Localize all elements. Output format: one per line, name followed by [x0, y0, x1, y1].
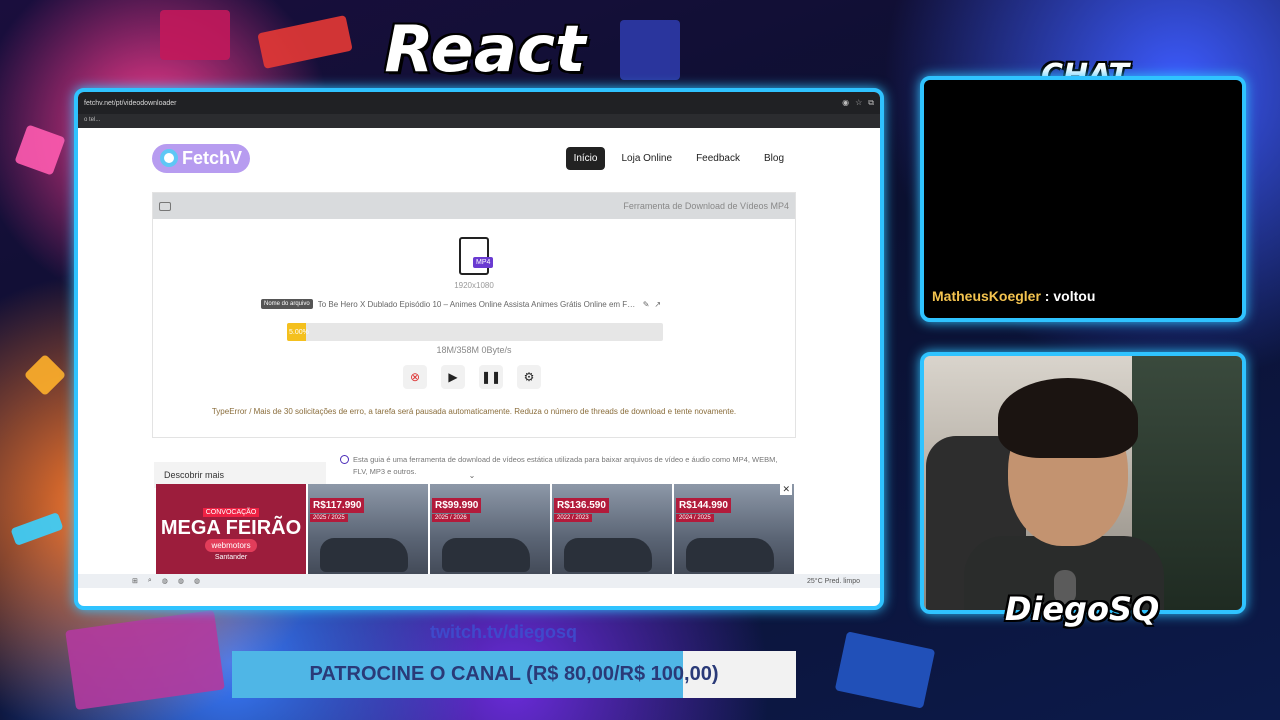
play-button[interactable]: ▶: [441, 365, 465, 389]
download-tool-card: Ferramenta de Download de Vídeos MP4 MP4…: [152, 192, 796, 438]
download-size-speed: 18M/358M 0Byte/s: [436, 345, 512, 355]
external-link-icon[interactable]: ↗: [654, 300, 661, 309]
chat-message: MatheusKoegler : voltou: [932, 288, 1095, 304]
sponsor-goal-label: PATROCINE O CANAL (R$ 80,00/R$ 100,00): [309, 663, 719, 685]
chat-separator: :: [1040, 288, 1054, 304]
cam-person-hair: [998, 378, 1138, 458]
close-icon[interactable]: ✕: [780, 484, 792, 495]
chevron-down-icon[interactable]: ⌄: [460, 471, 484, 483]
weather-status: 25°C Pred. limpo: [807, 577, 860, 585]
app-icon[interactable]: ◍: [162, 577, 168, 585]
app-icon[interactable]: ◍: [178, 577, 184, 585]
cancel-icon: ⊗: [409, 370, 421, 384]
car-price: R$144.990: [676, 498, 731, 513]
ad-promo-brand: webmotors: [205, 538, 257, 552]
start-icon[interactable]: ⊞: [132, 577, 138, 585]
background-decoration: [257, 15, 353, 69]
ad-promo[interactable]: CONVOCAÇÃO MEGA FEIRÃO webmotors Santand…: [156, 484, 306, 584]
chat-username: MatheusKoegler: [932, 288, 1041, 304]
background-decoration: [834, 631, 936, 709]
filename-label: Nome do arquivo: [261, 299, 313, 309]
car-year: 2022 / 2023: [554, 514, 592, 522]
car-image: [442, 538, 530, 572]
video-resolution: 1920x1080: [454, 281, 494, 290]
filename-row: Nome do arquivo To Be Hero X Dublado Epi…: [261, 299, 661, 309]
search-icon[interactable]: ⌕: [148, 577, 152, 585]
chat-text: voltou: [1053, 288, 1096, 304]
tool-title: Ferramenta de Download de Vídeos MP4: [623, 201, 789, 211]
pause-icon: ❚❚: [480, 370, 502, 384]
ad-car-item[interactable]: R$99.990 2025 / 2026: [428, 484, 550, 584]
advertisement-banner[interactable]: CONVOCAÇÃO MEGA FEIRÃO webmotors Santand…: [156, 484, 794, 584]
file-type-badge: MP4: [473, 257, 494, 268]
background-decoration: [620, 20, 680, 80]
edit-icon[interactable]: ✎: [643, 300, 650, 309]
car-year: 2024 / 2025: [676, 514, 714, 522]
background-decoration: [14, 124, 66, 176]
car-price: R$136.590: [554, 498, 609, 513]
cancel-button[interactable]: ⊗: [403, 365, 427, 389]
windows-taskbar: ⊞ ⌕ ◍ ◍ ◍ 25°C Pred. limpo: [78, 574, 880, 588]
ad-promo-small: CONVOCAÇÃO: [202, 507, 260, 517]
car-image: [564, 538, 652, 572]
logo-text: FetchV: [182, 147, 243, 168]
download-controls: ⊗ ▶ ❚❚ ⚙: [403, 365, 541, 389]
pause-button[interactable]: ❚❚: [479, 365, 503, 389]
app-icon[interactable]: ◍: [194, 577, 200, 585]
site-header: FetchV Início Loja Online Feedback Blog: [152, 140, 792, 176]
car-price: R$99.990: [432, 498, 482, 513]
sponsor-goal-bar: PATROCINE O CANAL (R$ 80,00/R$ 100,00): [232, 651, 796, 698]
background-decoration: [10, 511, 64, 547]
browser-window: fetchv.net/pt/videodownloader ◉ ☆ ⧉ o te…: [74, 88, 884, 610]
page-content: FetchV Início Loja Online Feedback Blog …: [78, 128, 880, 588]
fetchv-logo[interactable]: FetchV: [152, 143, 251, 173]
download-progress-bar: 5.00%: [287, 323, 663, 341]
logo-icon: [160, 149, 178, 167]
address-bar[interactable]: fetchv.net/pt/videodownloader: [84, 100, 842, 107]
filename-text: To Be Hero X Dublado Episódio 10 – Anime…: [317, 299, 638, 309]
mp4-file-icon: MP4: [459, 237, 494, 275]
nav-loja-online[interactable]: Loja Online: [613, 147, 680, 170]
webcam-feed: [920, 352, 1246, 614]
ad-car-item[interactable]: R$136.590 2022 / 2023: [550, 484, 672, 584]
car-image: [320, 538, 408, 572]
car-price: R$117.990: [310, 498, 365, 513]
play-icon: ▶: [448, 370, 458, 384]
bookmark-item[interactable]: o tel...: [84, 117, 100, 123]
progress-fill: 5.00%: [287, 323, 309, 341]
ad-car-item[interactable]: R$144.990 2024 / 2025 ✕: [672, 484, 794, 584]
social-link: twitch.tv/diegosq: [430, 622, 578, 642]
nav-inicio[interactable]: Início: [565, 146, 606, 170]
car-year: 2025 / 2026: [432, 514, 470, 522]
radio-icon: [340, 455, 349, 464]
car-image: [686, 538, 774, 572]
overlay-title: React: [384, 13, 586, 87]
guide-text: Esta guia é uma ferramenta de download d…: [340, 454, 794, 478]
ad-car-item[interactable]: R$117.990 2025 / 2025: [306, 484, 428, 584]
chat-panel: MatheusKoegler : voltou: [920, 76, 1246, 322]
ad-promo-headline: MEGA FEIRÃO: [160, 516, 302, 539]
guide-description: Esta guia é uma ferramenta de download d…: [353, 455, 778, 476]
error-message: TypeError / Mais de 30 solicitações de e…: [211, 407, 737, 416]
background-decoration: [65, 609, 225, 711]
gear-icon: ⚙: [523, 370, 535, 384]
settings-button[interactable]: ⚙: [517, 365, 541, 389]
eye-icon[interactable]: ◉: [842, 98, 849, 108]
star-icon[interactable]: ☆: [855, 98, 862, 108]
tool-header: Ferramenta de Download de Vídeos MP4: [153, 193, 795, 219]
nav-blog[interactable]: Blog: [756, 147, 792, 170]
extensions-icon[interactable]: ⧉: [868, 98, 874, 108]
video-icon: [159, 201, 171, 211]
browser-toolbar: fetchv.net/pt/videodownloader ◉ ☆ ⧉: [78, 92, 880, 114]
background-decoration: [23, 353, 67, 397]
car-year: 2025 / 2025: [310, 514, 348, 522]
background-decoration: [160, 10, 230, 60]
bookmark-bar: o tel...: [78, 114, 880, 128]
main-nav: Início Loja Online Feedback Blog: [565, 146, 792, 170]
ad-promo-sponsor: Santander: [214, 553, 248, 561]
streamer-name: DiegoSQ: [1004, 590, 1160, 628]
nav-feedback[interactable]: Feedback: [688, 147, 748, 170]
